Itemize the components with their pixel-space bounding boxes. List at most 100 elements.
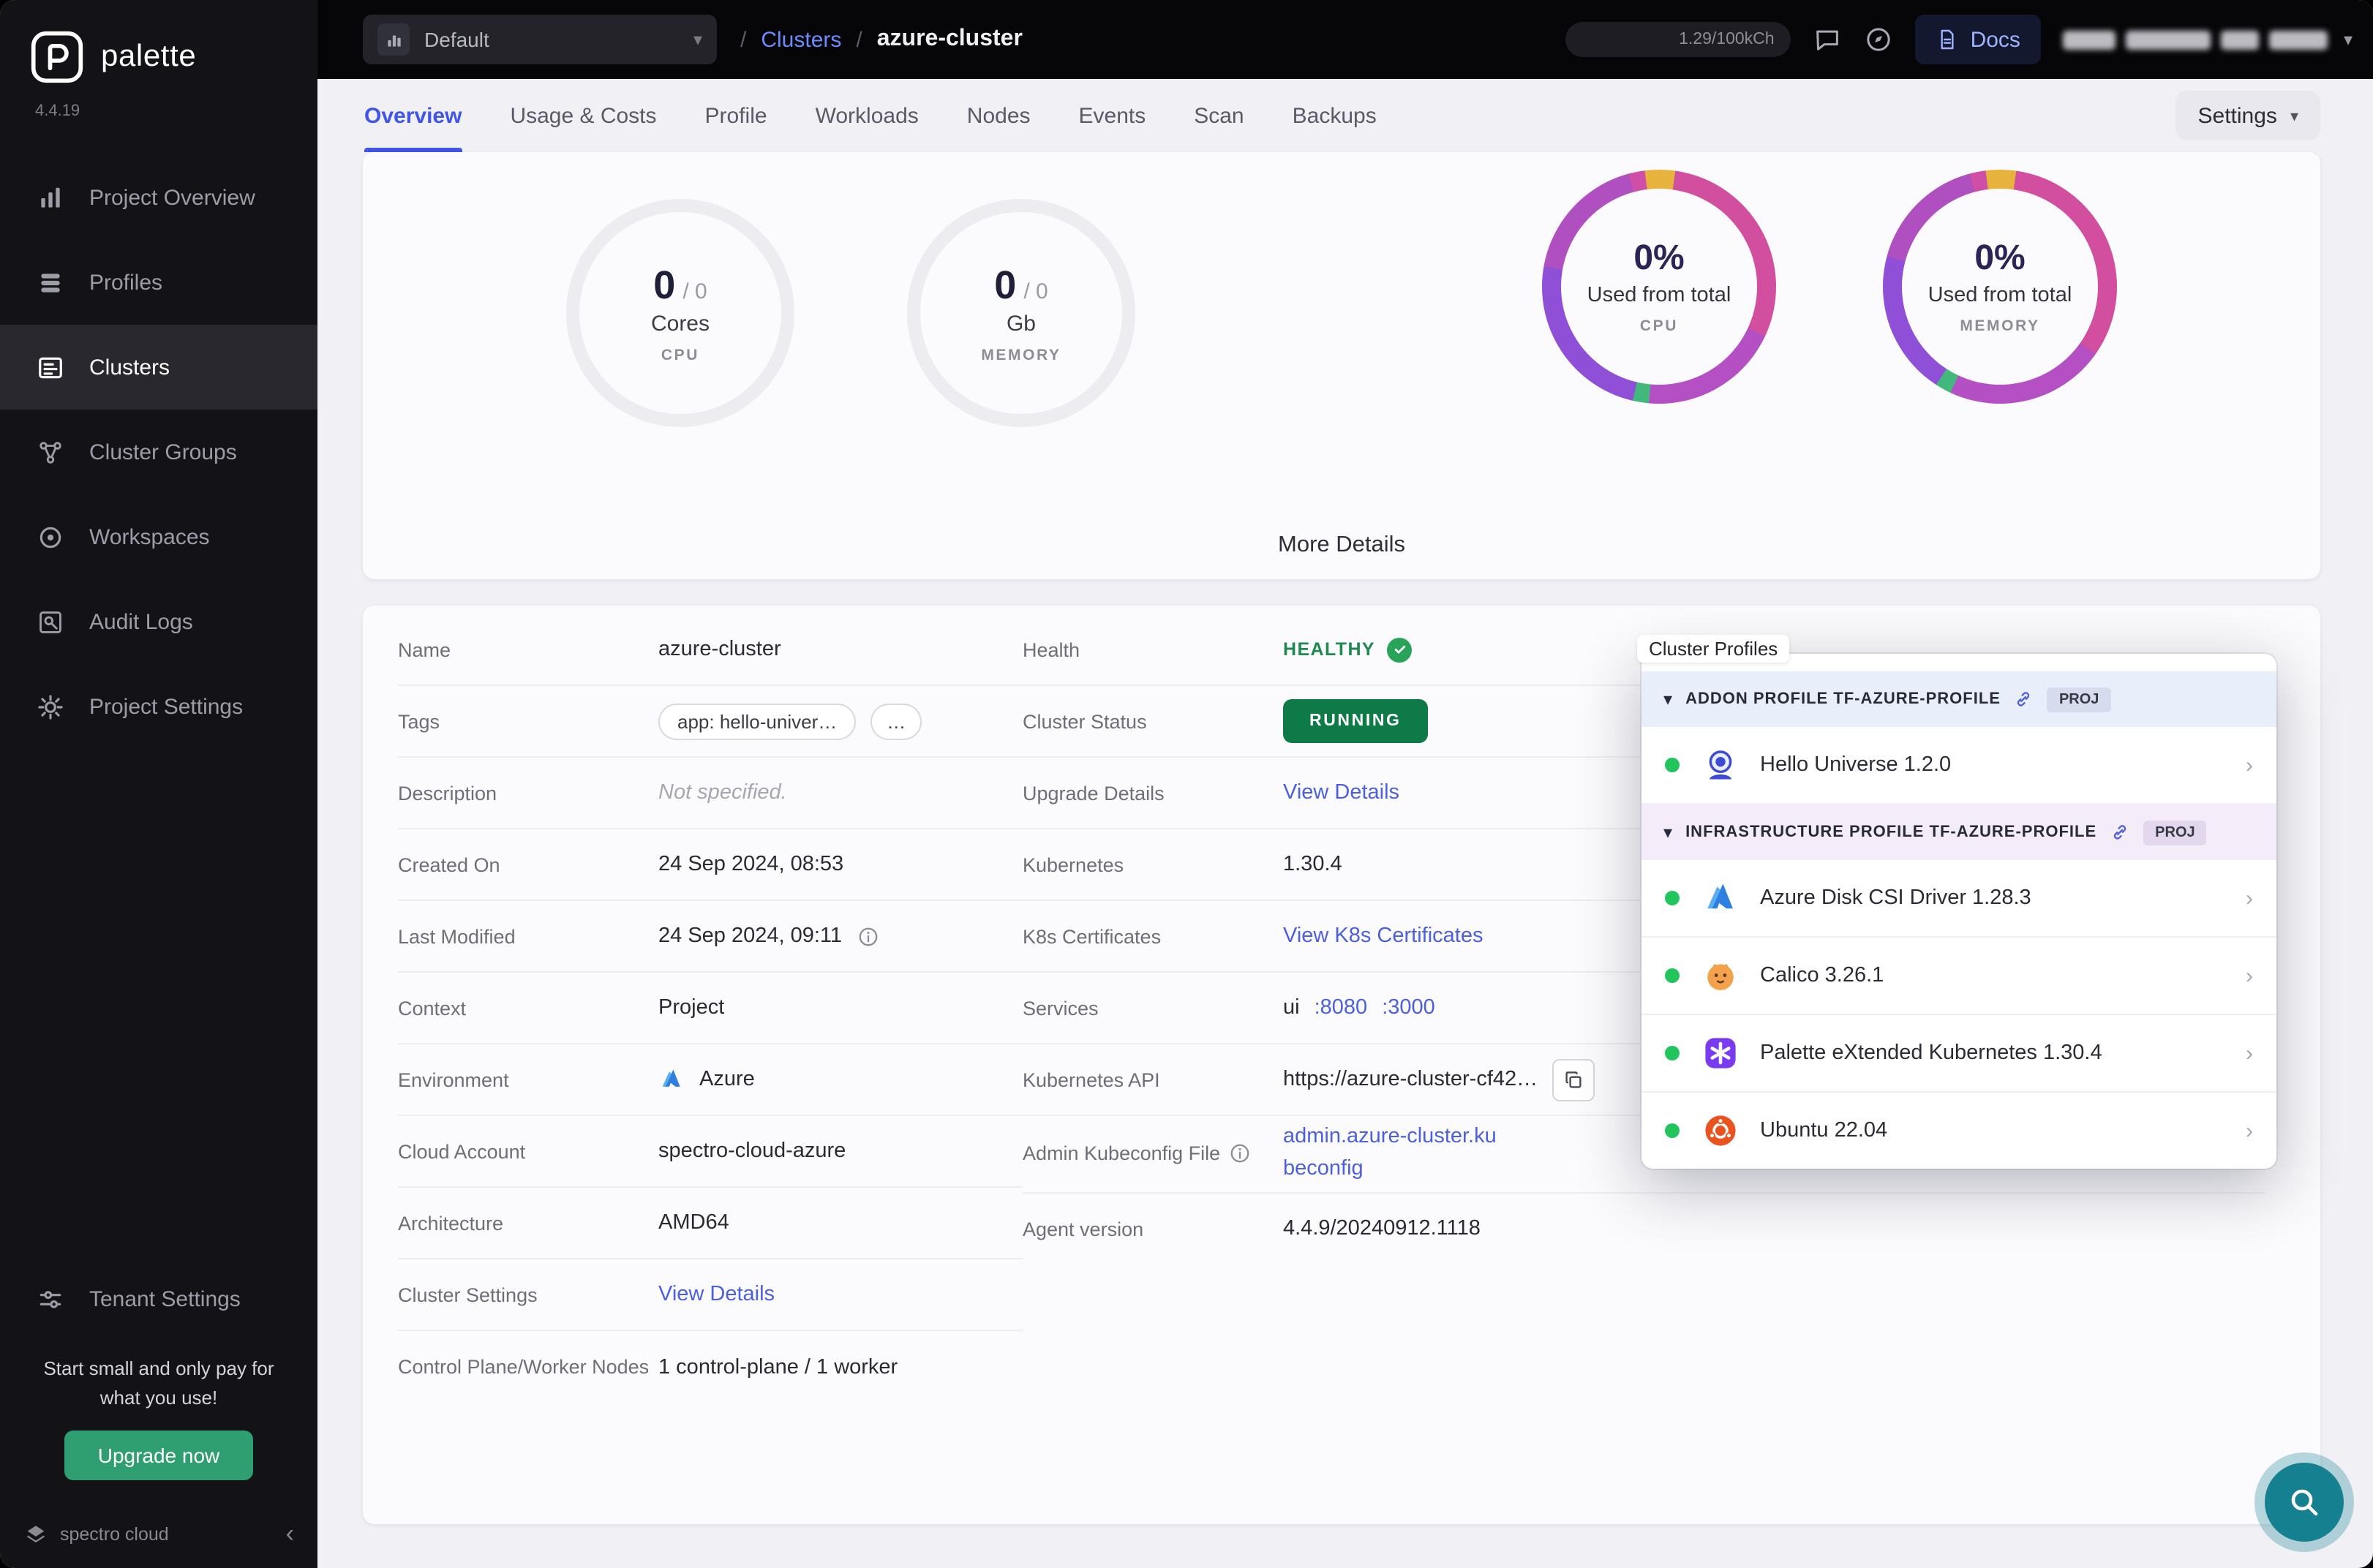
doc-search-icon: [40, 611, 61, 633]
kubeconfig-download-link[interactable]: admin.azure-cluster.kubeconfig: [1283, 1122, 1503, 1186]
more-details-button[interactable]: More Details: [363, 532, 2320, 559]
account-menu[interactable]: ▾: [2062, 29, 2353, 50]
link-icon: [2110, 822, 2130, 843]
status-dot: [1665, 758, 1680, 772]
collapse-sidebar-icon[interactable]: ‹: [286, 1520, 294, 1549]
document-icon: [1941, 29, 1954, 50]
sidebar-footer: spectro cloud ‹: [0, 1501, 317, 1568]
spectro-cloud-logo-icon: [27, 1525, 45, 1542]
docs-button[interactable]: Docs: [1914, 15, 2041, 64]
memory-gauge: 0/ 0 Gb MEMORY: [907, 199, 1135, 427]
cpu-caption: CPU: [661, 346, 700, 363]
sidebar-item-cluster-groups[interactable]: Cluster Groups: [0, 410, 317, 494]
settings-button[interactable]: Settings ▾: [2175, 91, 2320, 140]
profile-item-ubuntu[interactable]: Ubuntu 22.04 ›: [1641, 1093, 2276, 1169]
project-selector[interactable]: Default ▾: [363, 15, 717, 64]
sidebar-item-profiles[interactable]: Profiles: [0, 240, 317, 325]
upgrade-promo-text: Start small and only pay for what you us…: [43, 1357, 274, 1408]
detail-row-architecture: Architecture AMD64: [398, 1188, 1023, 1259]
cluster-profiles-panel: Cluster Profiles ▾ ADDON PROFILE TF-AZUR…: [1637, 635, 2276, 1169]
tab-events[interactable]: Events: [1079, 79, 1146, 152]
breadcrumb-clusters-link[interactable]: Clusters: [761, 27, 841, 52]
sidebar-item-label: Project Overview: [89, 185, 255, 210]
profile-item-azure-disk-csi[interactable]: Azure Disk CSI Driver 1.28.3 ›: [1641, 860, 2276, 938]
info-icon[interactable]: [1229, 1143, 1251, 1165]
sidebar-item-workspaces[interactable]: Workspaces: [0, 494, 317, 579]
service-name: ui: [1283, 996, 1300, 1019]
detail-row-last-modified: Last Modified 24 Sep 2024, 09:11: [398, 901, 1023, 973]
upgrade-view-details-link[interactable]: View Details: [1283, 781, 1399, 804]
memory-usage-donut: 0% Used from total MEMORY: [1883, 170, 2117, 404]
account-redacted-block: [2125, 30, 2211, 49]
tab-backups[interactable]: Backups: [1293, 79, 1377, 152]
account-redacted-block: [2268, 30, 2328, 49]
status-dot: [1665, 968, 1680, 983]
palette-app: palette 4.4.19 Project Overview Profiles…: [0, 0, 2373, 1568]
service-port-link[interactable]: :3000: [1382, 996, 1435, 1019]
tab-nodes[interactable]: Nodes: [967, 79, 1031, 152]
chevron-right-icon: ›: [2246, 963, 2253, 988]
addon-profile-section-header[interactable]: ▾ ADDON PROFILE TF-AZURE-PROFILE PROJ: [1641, 671, 2276, 727]
search-fab-button[interactable]: [2265, 1463, 2344, 1542]
profile-item-palette-extended-kubernetes[interactable]: Palette eXtended Kubernetes 1.30.4 ›: [1641, 1015, 2276, 1093]
service-port-link[interactable]: :8080: [1315, 996, 1368, 1019]
sidebar-item-label: Profiles: [89, 270, 163, 295]
memory-caption: MEMORY: [981, 346, 1061, 363]
tag-pill[interactable]: app: hello-univer…: [658, 703, 857, 739]
info-icon[interactable]: [857, 925, 879, 947]
tab-usage-costs[interactable]: Usage & Costs: [510, 79, 656, 152]
tab-workloads[interactable]: Workloads: [816, 79, 919, 152]
cpu-total: / 0: [682, 279, 707, 304]
detail-row-context: Context Project: [398, 973, 1023, 1044]
memory-used: 0: [994, 263, 1017, 306]
profile-item-hello-universe[interactable]: Hello Universe 1.2.0 ›: [1641, 727, 2276, 804]
tab-profile[interactable]: Profile: [705, 79, 767, 152]
search-icon: [2291, 1489, 2318, 1516]
copy-icon[interactable]: [1552, 1058, 1595, 1101]
memory-unit: Gb: [1006, 311, 1036, 336]
chevron-right-icon: ›: [2246, 1118, 2253, 1143]
account-redacted-block: [2062, 30, 2116, 49]
chevron-down-icon: ▾: [1663, 689, 1673, 709]
tags-overflow-pill[interactable]: …: [870, 703, 922, 739]
sidebar: palette 4.4.19 Project Overview Profiles…: [0, 0, 317, 1568]
cluster-settings-view-details-link[interactable]: View Details: [658, 1283, 775, 1306]
tab-overview[interactable]: Overview: [364, 79, 462, 152]
cluster-tabbar: Overview Usage & Costs Profile Workloads…: [317, 79, 2373, 152]
layers-icon: [41, 273, 60, 292]
sliders-icon: [40, 1290, 61, 1308]
sidebar-item-clusters[interactable]: Clusters: [0, 325, 317, 410]
cluster-profiles-title: Cluster Profiles: [1637, 635, 1790, 663]
sidebar-item-tenant-settings[interactable]: Tenant Settings: [0, 1264, 317, 1334]
profile-item-calico[interactable]: Calico 3.26.1 ›: [1641, 938, 2276, 1015]
tab-scan[interactable]: Scan: [1194, 79, 1244, 152]
sidebar-item-audit-logs[interactable]: Audit Logs: [0, 579, 317, 664]
status-badge[interactable]: RUNNING: [1283, 699, 1428, 743]
chevron-down-icon: ▾: [2290, 108, 2298, 125]
infrastructure-profile-section-header[interactable]: ▾ INFRASTRUCTURE PROFILE TF-AZURE-PROFIL…: [1641, 804, 2276, 860]
kubernetes-api-url: https://azure-cluster-cf42…: [1283, 1068, 1538, 1091]
project-selector-value: Default: [424, 28, 489, 51]
detail-row-cloud-account: Cloud Account spectro-cloud-azure: [398, 1116, 1023, 1188]
target-icon: [40, 526, 61, 548]
view-k8s-certificates-link[interactable]: View K8s Certificates: [1283, 924, 1483, 948]
upgrade-now-button[interactable]: Upgrade now: [64, 1431, 254, 1480]
project-selector-icon: [377, 23, 410, 56]
usage-value: 1.29/100kCh: [1679, 31, 1775, 48]
sidebar-item-project-settings[interactable]: Project Settings: [0, 664, 317, 749]
chart-icon: [41, 186, 60, 207]
sidebar-item-label: Project Settings: [89, 694, 244, 719]
sidebar-item-project-overview[interactable]: Project Overview: [0, 155, 317, 240]
chat-icon[interactable]: [1813, 25, 1842, 54]
detail-row-agent-version: Agent version 4.4.9/20240912.1118: [1023, 1217, 1481, 1240]
breadcrumb: / Clusters / azure-cluster: [740, 26, 1023, 53]
topbar-right: 1.29/100kCh Docs ▾: [1565, 15, 2353, 64]
status-dot: [1665, 1046, 1680, 1060]
compass-icon[interactable]: [1864, 25, 1893, 54]
clusters-icon: [39, 356, 62, 378]
memory-usage-caption: Used from total: [1928, 284, 2072, 307]
detail-row-description: Description Not specified.: [398, 758, 1023, 829]
cpu-usage-caption: Used from total: [1587, 284, 1731, 307]
cpu-usage-percent: 0%: [1633, 238, 1685, 278]
cpu-usage-label: CPU: [1639, 317, 1679, 335]
